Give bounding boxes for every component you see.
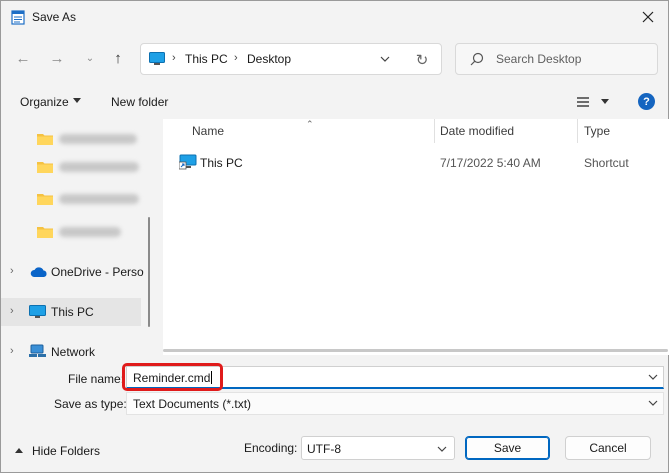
folder-icon: [37, 227, 53, 238]
folder-icon: [37, 134, 53, 145]
this-pc-icon: [29, 305, 46, 318]
arrow-left-icon: ←: [15, 49, 31, 67]
nav-item-folder[interactable]: [1, 153, 141, 181]
file-list: ⌃ Name Date modified Type This PC 7/17/2…: [163, 119, 669, 355]
address-bar[interactable]: › This PC › Desktop ↻: [140, 43, 442, 75]
file-date-modified: 7/17/2022 5:40 AM: [440, 156, 541, 170]
notepad-icon: [11, 10, 25, 25]
nav-label-onedrive: OneDrive - Perso: [51, 265, 144, 279]
file-list-horizontal-scrollbar[interactable]: [163, 349, 668, 352]
nav-label-this-pc: This PC: [51, 305, 94, 319]
chevron-down-icon: [437, 446, 447, 452]
this-pc-icon: [149, 52, 165, 65]
search-icon: [470, 52, 484, 66]
save-button[interactable]: Save: [465, 436, 550, 460]
hide-folders-button[interactable]: Hide Folders: [32, 444, 100, 458]
chevron-down-icon: ⌄: [85, 52, 95, 64]
view-options-icon[interactable]: [577, 97, 589, 107]
file-row[interactable]: This PC 7/17/2022 5:40 AM Shortcut: [179, 153, 669, 173]
refresh-icon: ↻: [415, 52, 429, 69]
save-as-dialog: Save As ← → ⌄ ↑ › This PC › Desktop ↻ Se…: [0, 0, 669, 473]
file-name-highlight-annotation: [122, 363, 223, 391]
caret-down-icon[interactable]: [601, 99, 609, 104]
organize-button[interactable]: Organize: [20, 95, 69, 109]
blurred-label: [59, 227, 121, 237]
save-as-type-label: Save as type:: [54, 397, 127, 411]
blurred-label: [59, 134, 137, 144]
caret-down-icon: [73, 98, 81, 103]
column-header-type[interactable]: Type: [584, 124, 610, 138]
back-button[interactable]: ←: [12, 47, 34, 69]
nav-item-network[interactable]: › Network: [1, 338, 141, 363]
onedrive-cloud-icon: [30, 267, 47, 277]
folder-icon: [37, 162, 53, 173]
nav-item-this-pc[interactable]: › This PC: [1, 298, 141, 326]
arrow-up-icon: ↑: [114, 49, 122, 67]
chevron-right-icon[interactable]: ›: [10, 345, 14, 357]
navigation-pane: › OneDrive - Perso › This PC › Network: [1, 119, 156, 363]
caret-up-icon: [15, 448, 23, 453]
column-header-date-modified[interactable]: Date modified: [440, 124, 514, 138]
nav-label-network: Network: [51, 345, 96, 359]
blurred-label: [59, 162, 139, 172]
forward-button[interactable]: →: [46, 47, 68, 69]
chevron-right-icon: ›: [234, 52, 238, 64]
sort-ascending-icon: ⌃: [306, 119, 314, 129]
breadcrumb-desktop[interactable]: Desktop: [247, 52, 291, 66]
file-type: Shortcut: [584, 156, 629, 170]
save-as-type-value: Text Documents (*.txt): [133, 397, 252, 411]
chevron-right-icon[interactable]: ›: [10, 305, 14, 317]
nav-item-folder[interactable]: [1, 185, 141, 213]
recent-locations-button[interactable]: ⌄: [79, 47, 101, 69]
search-placeholder: Search Desktop: [496, 52, 582, 66]
nav-item-folder[interactable]: [1, 218, 141, 246]
encoding-select[interactable]: UTF-8: [301, 436, 455, 460]
column-divider[interactable]: [434, 119, 435, 143]
address-history-dropdown[interactable]: [377, 50, 393, 68]
up-button[interactable]: ↑: [107, 47, 129, 69]
network-icon: [29, 344, 46, 357]
new-folder-button[interactable]: New folder: [111, 95, 168, 109]
column-header-name[interactable]: Name: [192, 124, 224, 138]
command-bar: Organize New folder ?: [1, 87, 668, 117]
chevron-down-icon[interactable]: [647, 371, 659, 383]
folder-icon: [37, 194, 53, 205]
this-pc-shortcut-icon: [179, 154, 197, 170]
title-bar: Save As: [1, 1, 668, 33]
chevron-right-icon[interactable]: ›: [10, 265, 14, 277]
nav-pane-scrollbar[interactable]: [148, 217, 150, 327]
breadcrumb-this-pc[interactable]: This PC: [185, 52, 228, 66]
file-name-label: File name:: [68, 372, 125, 386]
chevron-right-icon: ›: [172, 52, 176, 64]
chevron-down-icon: [380, 56, 390, 62]
window-title: Save As: [32, 10, 77, 24]
save-as-type-select[interactable]: Text Documents (*.txt): [126, 392, 664, 415]
arrow-right-icon: →: [49, 49, 65, 67]
blurred-label: [59, 194, 139, 204]
column-divider[interactable]: [577, 119, 578, 143]
nav-item-onedrive[interactable]: › OneDrive - Perso: [1, 258, 144, 286]
help-icon[interactable]: ?: [638, 93, 655, 110]
file-name: This PC: [200, 156, 243, 170]
refresh-button[interactable]: ↻: [412, 50, 432, 70]
encoding-value: UTF-8: [307, 442, 341, 456]
cancel-button[interactable]: Cancel: [565, 436, 651, 460]
close-icon: [642, 11, 654, 23]
navigation-bar: ← → ⌄ ↑ › This PC › Desktop ↻ Search Des…: [1, 39, 668, 77]
search-box[interactable]: Search Desktop: [455, 43, 658, 75]
nav-item-folder[interactable]: [1, 125, 141, 153]
close-button[interactable]: [628, 1, 668, 33]
chevron-down-icon: [648, 400, 658, 406]
encoding-label: Encoding:: [244, 441, 298, 455]
